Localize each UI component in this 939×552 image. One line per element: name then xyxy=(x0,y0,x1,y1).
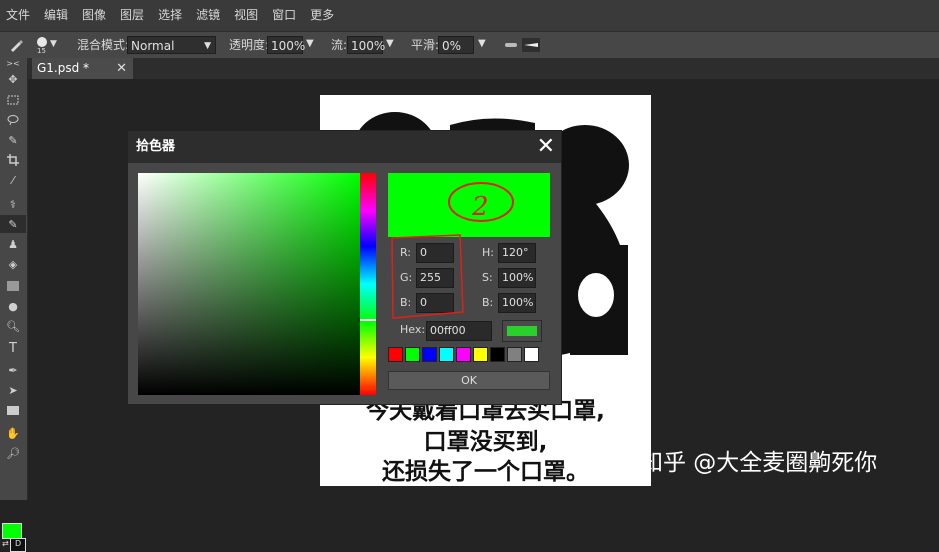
caption-line-2: 口罩没买到, xyxy=(423,429,548,455)
pen-tool-icon[interactable]: ✒ xyxy=(0,361,26,379)
saturation-value-field[interactable] xyxy=(138,173,360,395)
s-input[interactable]: 100% xyxy=(498,268,536,288)
chevron-down-icon[interactable]: ▼ xyxy=(478,38,486,49)
menu-bar: 文件 编辑 图像 图层 选择 滤镜 视图 窗口 更多 xyxy=(0,0,939,31)
gradient-icon[interactable] xyxy=(0,277,26,295)
tab-document[interactable]: G1.psd * ✕ xyxy=(32,58,133,79)
hand-tool-icon[interactable]: ✋ xyxy=(0,424,26,442)
b-label: B: xyxy=(400,296,412,309)
blend-mode-label: 混合模式: xyxy=(77,38,130,52)
dialog-titlebar[interactable]: 拾色器 ✕ xyxy=(128,131,561,163)
chevron-down-icon: ▼ xyxy=(50,39,57,49)
h-label: H: xyxy=(482,246,494,259)
eraser-icon[interactable]: ◈ xyxy=(0,255,26,273)
hex-label: Hex: xyxy=(400,323,426,336)
eyedropper-icon[interactable]: ⁄ xyxy=(0,171,26,189)
healing-icon[interactable]: ⚕ xyxy=(0,195,26,213)
close-icon[interactable]: ✕ xyxy=(116,58,127,79)
crop-tool-icon[interactable] xyxy=(0,151,26,169)
brightness-input[interactable]: 100% xyxy=(498,293,536,313)
chevron-down-icon: ▼ xyxy=(204,41,211,51)
flow-label: 流: xyxy=(331,38,348,52)
swatch-red[interactable] xyxy=(388,347,403,362)
zoom-tool-icon[interactable]: 🔎︎ xyxy=(0,444,26,462)
brush-size-picker[interactable]: 15 ▼ xyxy=(35,35,59,57)
tip-shape-icon[interactable] xyxy=(522,38,540,52)
menu-layer[interactable]: 图层 xyxy=(113,0,151,31)
menu-file[interactable]: 文件 xyxy=(0,0,37,31)
marquee-tool-icon[interactable] xyxy=(0,91,26,109)
menu-select[interactable]: 选择 xyxy=(151,0,189,31)
chevron-down-icon[interactable]: ▼ xyxy=(386,38,394,49)
collapse-icon[interactable]: >< xyxy=(0,58,26,68)
blend-mode-select[interactable]: Normal ▼ xyxy=(127,36,216,54)
s-label: S: xyxy=(482,271,493,284)
menu-view[interactable]: 视图 xyxy=(227,0,265,31)
swatch-row xyxy=(388,347,541,362)
lasso-tool-icon[interactable] xyxy=(0,111,26,129)
tools-panel: >< ✥ ✎ ⁄ ⚕ ✎ ♟ ◈ ● 🔍︎ T ✒ ➤ ✋ 🔎︎ ⇄ D xyxy=(0,58,28,552)
color-picker-dialog: 拾色器 ✕ R: 0 G: 255 B: 0 H: 120° S: 100% B… xyxy=(127,130,562,405)
blur-icon[interactable]: ● xyxy=(0,297,26,315)
b-input[interactable]: 0 xyxy=(416,293,454,313)
tab-label: G1.psd * xyxy=(37,61,90,75)
smooth-input[interactable]: 0% xyxy=(438,36,474,54)
path-select-icon[interactable]: ➤ xyxy=(0,381,26,399)
swatch-color-chip xyxy=(507,326,537,336)
menu-window[interactable]: 窗口 xyxy=(265,0,303,31)
swatch-green[interactable] xyxy=(405,347,420,362)
caption-line-3: 还损失了一个口罩。 xyxy=(382,459,589,485)
swatch-white[interactable] xyxy=(524,347,539,362)
stamp-icon[interactable]: ♟ xyxy=(0,235,26,253)
add-swatch-button[interactable] xyxy=(502,320,542,342)
h-input[interactable]: 120° xyxy=(498,243,536,263)
text-tool-icon[interactable]: T xyxy=(0,339,26,357)
swatch-yellow[interactable] xyxy=(473,347,488,362)
color-preview xyxy=(388,173,550,237)
opacity-input[interactable]: 100% xyxy=(267,36,305,54)
swatch-gray[interactable] xyxy=(507,347,522,362)
g-input[interactable]: 255 xyxy=(416,268,454,288)
default-colors-icon[interactable]: D xyxy=(15,539,21,548)
blend-mode-value: Normal xyxy=(131,39,175,53)
swatch-magenta[interactable] xyxy=(456,347,471,362)
options-bar: 15 ▼ 混合模式: Normal ▼ 透明度: 100% ▼ 流: 100% … xyxy=(0,31,939,60)
brush-icon[interactable]: ✎ xyxy=(0,215,26,233)
r-label: R: xyxy=(400,246,412,259)
pressure-icon[interactable] xyxy=(504,40,518,50)
flow-input[interactable]: 100% xyxy=(347,36,385,54)
menu-more[interactable]: 更多 xyxy=(303,0,341,31)
shape-tool-icon[interactable] xyxy=(0,401,26,419)
close-icon[interactable]: ✕ xyxy=(537,134,555,160)
swap-colors-icon[interactable]: ⇄ xyxy=(2,539,9,548)
swatch-black[interactable] xyxy=(490,347,505,362)
hue-slider[interactable] xyxy=(360,173,376,395)
dialog-title: 拾色器 xyxy=(136,139,176,154)
menu-edit[interactable]: 编辑 xyxy=(37,0,75,31)
watermark: 知乎 @大全麦圈齁死你 xyxy=(640,450,878,476)
swatch-blue[interactable] xyxy=(422,347,437,362)
hex-input[interactable]: 00ff00 xyxy=(426,321,492,341)
brush-tool-icon[interactable] xyxy=(8,37,24,53)
ok-button[interactable]: OK xyxy=(388,371,550,390)
foreground-color-swatch[interactable] xyxy=(2,523,22,539)
opacity-label: 透明度: xyxy=(229,38,270,52)
move-tool-icon[interactable]: ✥ xyxy=(0,70,26,88)
menu-image[interactable]: 图像 xyxy=(75,0,113,31)
brush-dot-icon xyxy=(37,37,47,47)
brush-size-value: 15 xyxy=(37,47,46,55)
menu-filter[interactable]: 滤镜 xyxy=(189,0,227,31)
brightness-label: B: xyxy=(482,296,494,309)
dodge-icon[interactable]: 🔍︎ xyxy=(0,317,26,335)
r-input[interactable]: 0 xyxy=(416,243,454,263)
document-tabs: G1.psd * ✕ xyxy=(27,58,939,79)
g-label: G: xyxy=(400,271,413,284)
chevron-down-icon[interactable]: ▼ xyxy=(306,38,314,49)
swatch-cyan[interactable] xyxy=(439,347,454,362)
quick-select-icon[interactable]: ✎ xyxy=(0,131,26,149)
hue-slider-handle[interactable] xyxy=(360,319,376,321)
smooth-label: 平滑: xyxy=(411,38,440,52)
